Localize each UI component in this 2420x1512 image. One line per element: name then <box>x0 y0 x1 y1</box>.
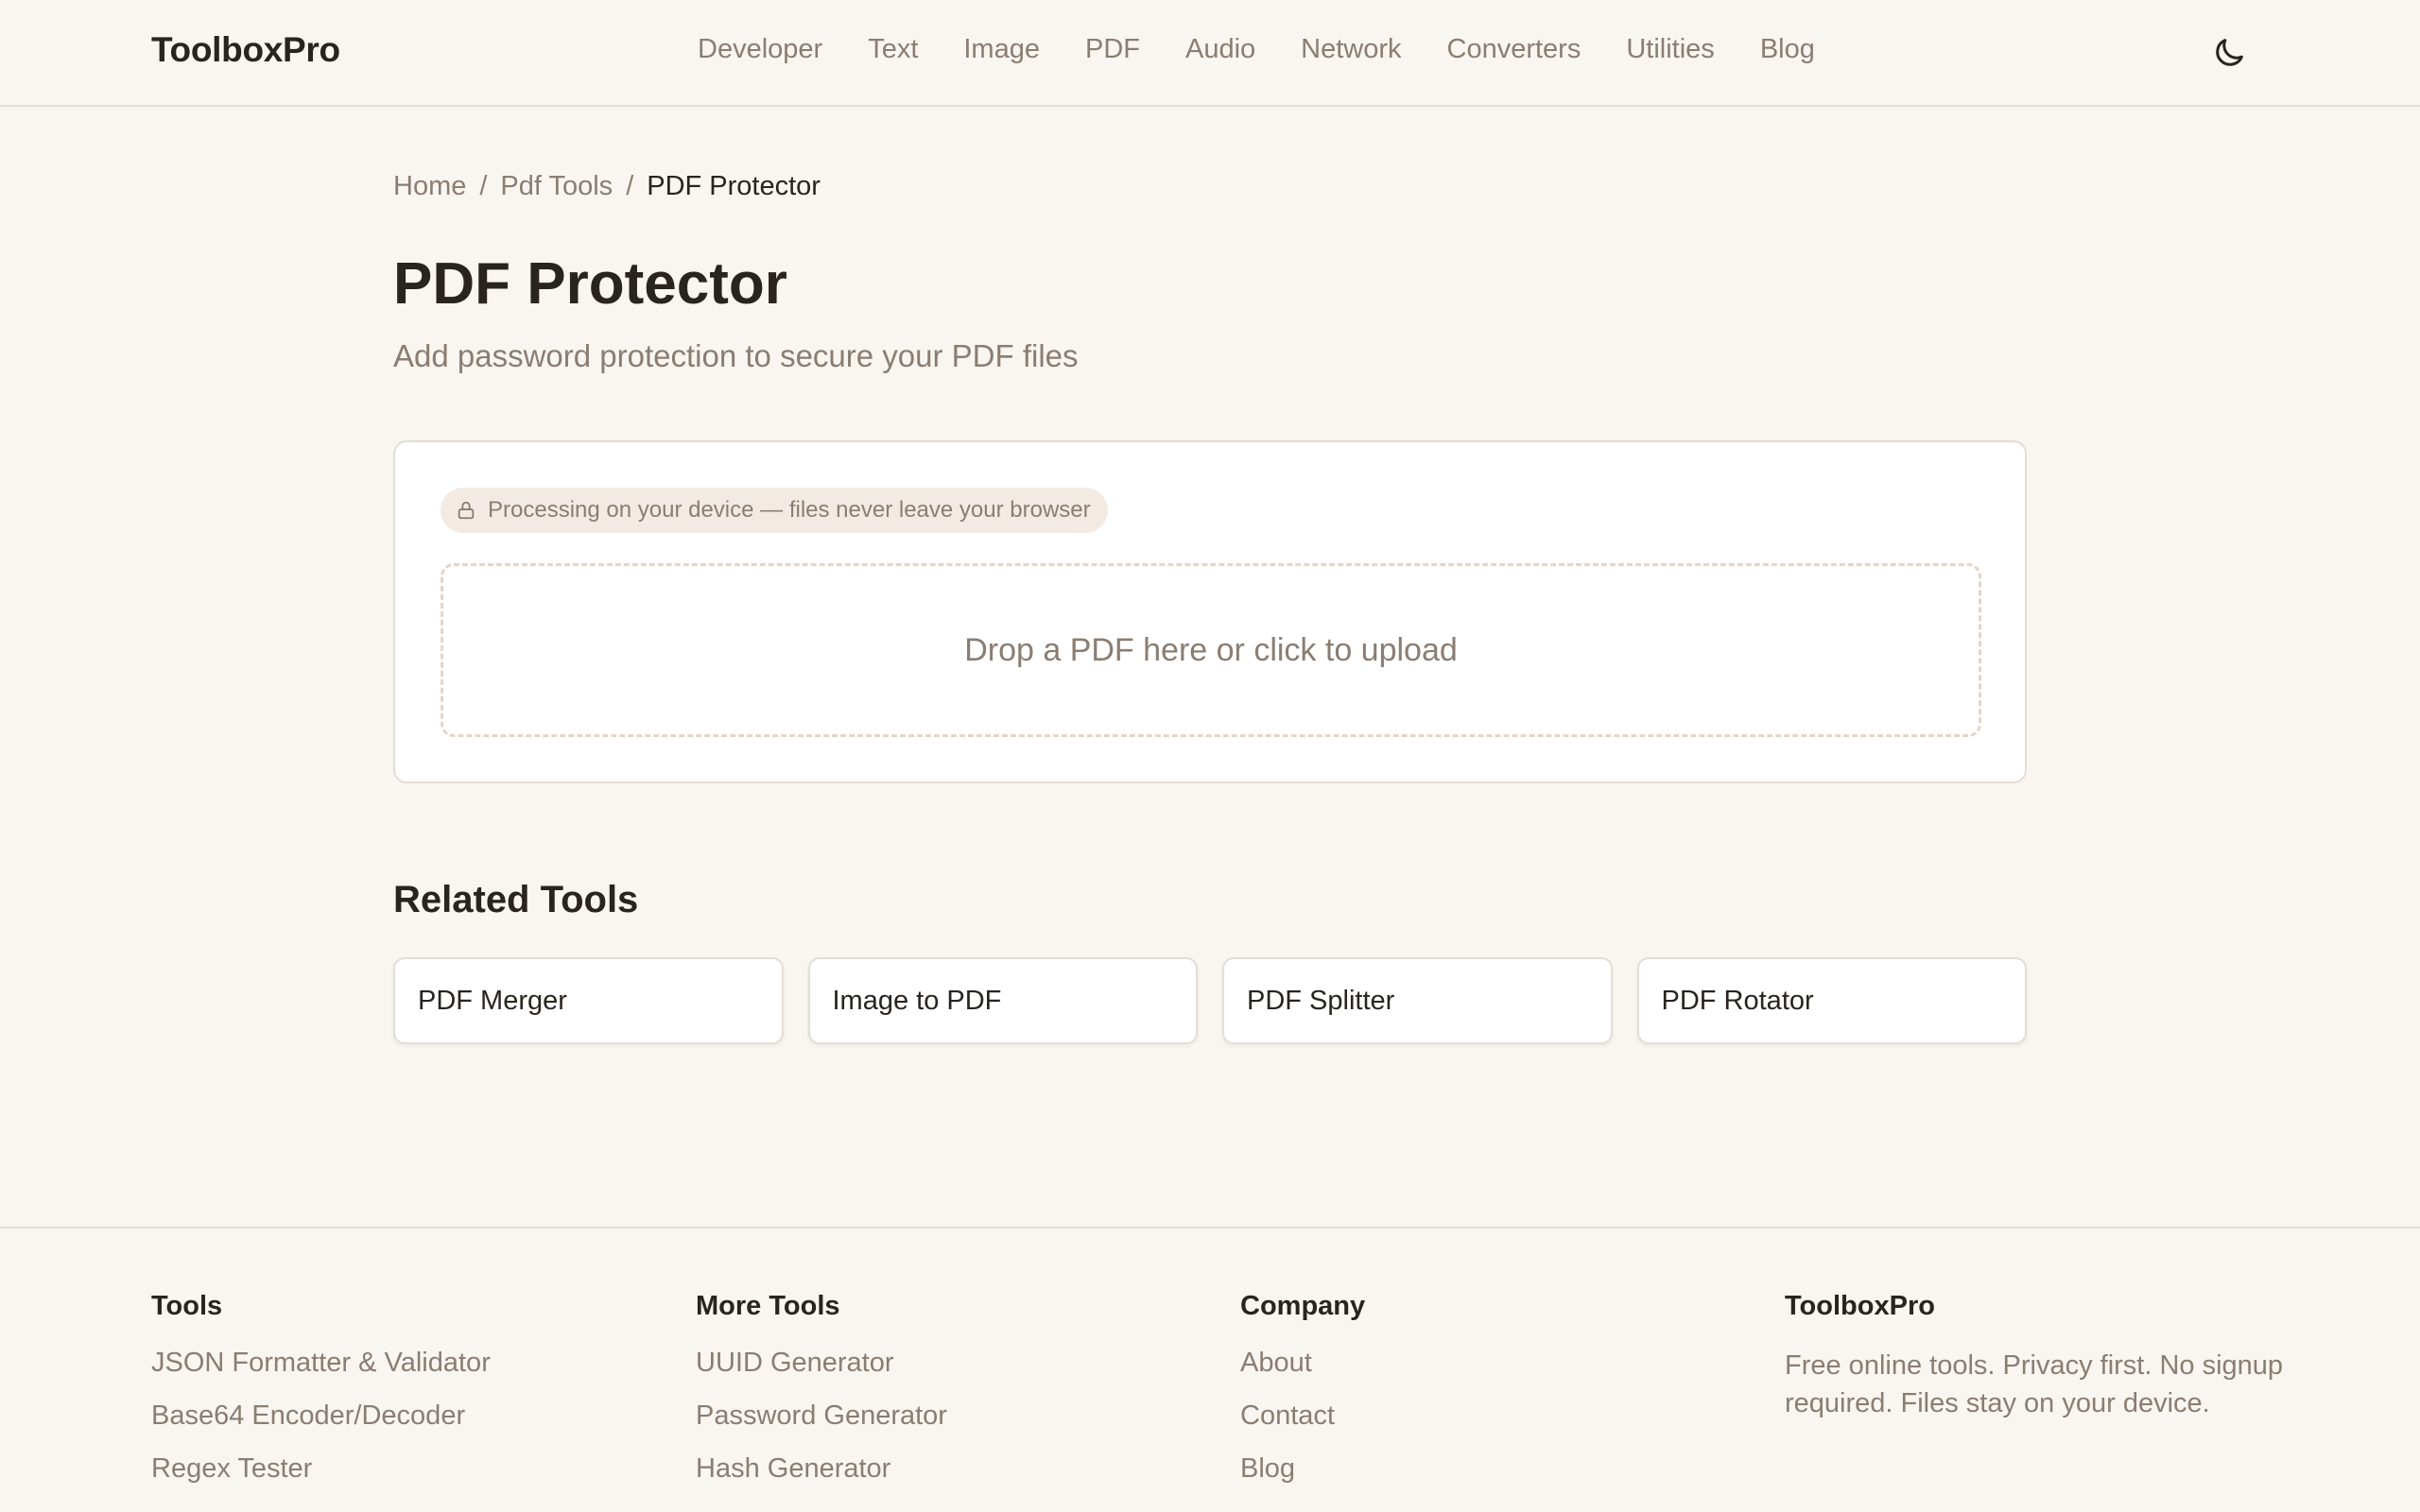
dropzone-text: Drop a PDF here or click to upload <box>964 631 1458 668</box>
footer-col-brand: ToolboxPro Free online tools. Privacy fi… <box>1785 1291 2314 1422</box>
related-tool-pdf-splitter[interactable]: PDF Splitter <box>1222 957 1613 1044</box>
breadcrumb-pdf-tools[interactable]: Pdf Tools <box>500 171 613 202</box>
footer-link-blog[interactable]: Blog <box>1240 1452 1770 1485</box>
footer-link-password-generator[interactable]: Password Generator <box>696 1400 1225 1432</box>
footer-heading: Tools <box>151 1291 223 1321</box>
nav-network[interactable]: Network <box>1301 34 1401 65</box>
site-logo[interactable]: ToolboxPro <box>151 30 340 70</box>
nav-text[interactable]: Text <box>868 34 918 65</box>
moon-icon <box>2216 39 2243 66</box>
footer-link-hash-generator[interactable]: Hash Generator <box>696 1452 1225 1485</box>
footer-col-company: Company About Contact Blog <box>1240 1291 1770 1505</box>
nav-pdf[interactable]: PDF <box>1085 34 1140 65</box>
related-tool-pdf-rotator[interactable]: PDF Rotator <box>1636 957 2027 1044</box>
footer-link-contact[interactable]: Contact <box>1240 1400 1770 1432</box>
lock-icon <box>458 501 475 520</box>
nav-converters[interactable]: Converters <box>1447 34 1582 65</box>
breadcrumb-separator: / <box>479 171 488 201</box>
breadcrumb-home[interactable]: Home <box>393 171 466 202</box>
site-header: ToolboxPro Developer Text Image PDF Audi… <box>0 0 2420 107</box>
privacy-badge: Processing on your device — files never … <box>441 488 1108 533</box>
main-nav: Developer Text Image PDF Audio Network C… <box>698 34 1860 65</box>
footer-heading: More Tools <box>696 1291 840 1321</box>
breadcrumb-separator: / <box>626 171 634 201</box>
theme-toggle-button[interactable] <box>2210 34 2248 72</box>
related-tools-heading: Related Tools <box>393 879 639 920</box>
related-tool-image-to-pdf[interactable]: Image to PDF <box>807 957 1198 1044</box>
footer-link-base64[interactable]: Base64 Encoder/Decoder <box>151 1400 681 1432</box>
related-tools-grid: PDF Merger Image to PDF PDF Splitter PDF… <box>393 957 2027 1044</box>
footer-brand-text: Free online tools. Privacy first. No sig… <box>1785 1350 2284 1418</box>
nav-image[interactable]: Image <box>963 34 1040 65</box>
footer-link-uuid-generator[interactable]: UUID Generator <box>696 1347 1225 1379</box>
breadcrumb-current: PDF Protector <box>647 171 821 201</box>
footer-link-json-formatter[interactable]: JSON Formatter & Validator <box>151 1347 681 1379</box>
tool-card: Processing on your device — files never … <box>393 440 2027 783</box>
footer-link-regex-tester[interactable]: Regex Tester <box>151 1452 681 1485</box>
privacy-text: Processing on your device — files never … <box>488 497 1091 523</box>
pdf-upload-dropzone[interactable]: Drop a PDF here or click to upload <box>441 563 1981 737</box>
nav-blog[interactable]: Blog <box>1760 34 1815 65</box>
related-tool-pdf-merger[interactable]: PDF Merger <box>393 957 784 1044</box>
site-footer: Tools JSON Formatter & Validator Base64 … <box>0 1227 2420 1512</box>
page-title: PDF Protector <box>393 251 787 317</box>
nav-audio[interactable]: Audio <box>1185 34 1255 65</box>
footer-link-about[interactable]: About <box>1240 1347 1770 1379</box>
footer-col-tools: Tools JSON Formatter & Validator Base64 … <box>151 1291 681 1505</box>
footer-heading: ToolboxPro <box>1785 1291 1935 1321</box>
footer-heading: Company <box>1240 1291 1366 1321</box>
page-subtitle: Add password protection to secure your P… <box>393 338 1079 373</box>
nav-developer[interactable]: Developer <box>698 34 822 65</box>
footer-col-more-tools: More Tools UUID Generator Password Gener… <box>696 1291 1225 1505</box>
nav-utilities[interactable]: Utilities <box>1626 34 1714 65</box>
breadcrumb: Home / Pdf Tools / PDF Protector <box>393 171 821 202</box>
